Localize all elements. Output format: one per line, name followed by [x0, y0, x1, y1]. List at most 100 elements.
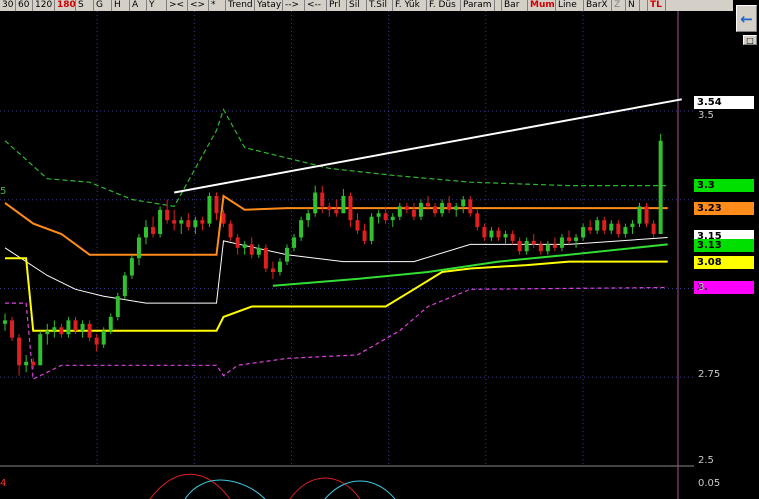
- toolbar-button-g-5[interactable]: G: [94, 0, 112, 11]
- toolbar-button-y-8[interactable]: Y: [147, 0, 167, 11]
- toolbar-button---9[interactable]: ><: [167, 0, 188, 11]
- candle-body: [623, 227, 628, 234]
- toolbar-button-yatay-13[interactable]: Yatay: [255, 0, 283, 11]
- candle-body: [299, 220, 304, 238]
- price-chart[interactable]: [0, 11, 694, 499]
- candle-body: [108, 316, 113, 331]
- yellow-support-line: [5, 257, 668, 332]
- price-tag-4: 3.13: [694, 238, 754, 252]
- candle-body: [418, 202, 423, 217]
- candle-body: [38, 334, 43, 366]
- toolbar-button-t-sil-18[interactable]: T.Sil: [367, 0, 393, 11]
- left-label-upper: 5: [0, 186, 7, 197]
- toolbar-button-a-7[interactable]: A: [130, 0, 147, 11]
- candle-body: [433, 206, 438, 214]
- candle-body: [179, 220, 184, 224]
- axis-tick-1: 3: [698, 282, 705, 294]
- toolbar-button-barx-26[interactable]: BarX: [584, 0, 612, 11]
- toolbar-button-param-21[interactable]: Param: [461, 0, 495, 11]
- toolbar-button-spacer-22: [495, 0, 502, 11]
- candle-body: [595, 220, 600, 231]
- candle-body: [362, 230, 367, 241]
- candle-body: [320, 192, 325, 207]
- toolbar-button-f-y-k-19[interactable]: F. Yük: [393, 0, 427, 11]
- toolbar-button-180-3[interactable]: 180: [55, 0, 76, 11]
- candle-body: [503, 234, 508, 238]
- candle-body: [602, 220, 607, 231]
- toolbar-button-60-1[interactable]: 60: [16, 0, 33, 11]
- candle-body: [66, 320, 71, 335]
- toolbar-button---11[interactable]: *: [209, 0, 226, 11]
- candle-body: [475, 213, 480, 228]
- candle-body: [165, 209, 170, 221]
- candle-body: [313, 192, 318, 214]
- upper-band-line: [4, 108, 668, 208]
- candle-body: [376, 213, 381, 217]
- candle-body: [285, 247, 289, 262]
- price-tag-2: 3.23: [694, 201, 754, 215]
- oscillator-red-line-2: [289, 477, 361, 499]
- toolbar-button-s-4[interactable]: S: [76, 0, 94, 11]
- candle-body: [200, 220, 205, 224]
- candle-body: [31, 361, 36, 366]
- toolbar-button-trend-12[interactable]: Trend: [226, 0, 255, 11]
- green-moving-average: [272, 243, 668, 287]
- oscillator-cyan-line-2: [324, 480, 396, 499]
- candle-body: [193, 220, 198, 228]
- toolbar-button-bar-23[interactable]: Bar: [502, 0, 528, 11]
- candle-body: [411, 209, 416, 217]
- axis-tick-3: 2.5: [698, 455, 714, 466]
- candle-body: [59, 327, 64, 335]
- price-tag-0: 3.54: [694, 96, 754, 110]
- toolbar-button-line-25[interactable]: Line: [556, 0, 584, 11]
- candle-body: [531, 240, 536, 245]
- candle-body: [129, 258, 134, 276]
- toolbar-button-prl-16[interactable]: Prl: [327, 0, 347, 11]
- candle-body: [221, 213, 226, 224]
- candle-body: [115, 296, 120, 317]
- candle-body: [609, 223, 614, 231]
- candle-body: [524, 240, 529, 252]
- candle-body: [73, 320, 78, 331]
- toolbar-button-n-28[interactable]: N: [626, 0, 640, 11]
- toolbar-button-30-0[interactable]: 30: [0, 0, 16, 11]
- candle-body: [17, 337, 22, 366]
- toolbar-button-spacer-29: [640, 0, 648, 11]
- toolbar-button-mum-24[interactable]: Mum: [528, 0, 556, 11]
- toolbar-button-h-6[interactable]: H: [112, 0, 130, 11]
- toolbar-button-f-d-s-20[interactable]: F. Düs: [427, 0, 461, 11]
- toolbar-button---10[interactable]: <>: [188, 0, 209, 11]
- candle-body: [270, 268, 275, 272]
- candle-body: [630, 223, 635, 228]
- candle-body: [559, 237, 564, 248]
- toolbar-button-sil-17[interactable]: Sil: [347, 0, 367, 11]
- toolbar-button-120-2[interactable]: 120: [33, 0, 55, 11]
- maximize-icon[interactable]: □: [743, 35, 757, 45]
- toolbar-button-tl-30[interactable]: TL: [648, 0, 666, 11]
- toolbar-button---14[interactable]: -->: [283, 0, 305, 11]
- candle-body: [440, 202, 445, 214]
- candle-body: [277, 261, 282, 272]
- price-tag-5: 3.08: [694, 256, 754, 270]
- candle-body: [510, 234, 515, 241]
- candle-body: [87, 323, 92, 338]
- candle-body: [94, 337, 99, 345]
- candle-body: [144, 227, 148, 238]
- candle-body: [658, 140, 663, 234]
- candle-body: [341, 196, 346, 214]
- candle-body: [574, 237, 579, 241]
- candle-body: [122, 275, 127, 297]
- candle-body: [10, 320, 15, 338]
- candle-body: [186, 220, 191, 228]
- candle-body: [517, 240, 522, 252]
- back-arrow-icon[interactable]: ←: [736, 5, 757, 32]
- candle-body: [45, 330, 50, 335]
- candle-body: [263, 247, 268, 269]
- candle-body: [447, 202, 452, 210]
- candle-body: [468, 199, 473, 214]
- toolbar-button---15[interactable]: <--: [305, 0, 327, 11]
- price-tag-1: 3.3: [694, 179, 754, 193]
- candle-body: [538, 244, 543, 252]
- candle-body: [80, 323, 85, 331]
- toolbar-button-z-27[interactable]: Z: [612, 0, 626, 11]
